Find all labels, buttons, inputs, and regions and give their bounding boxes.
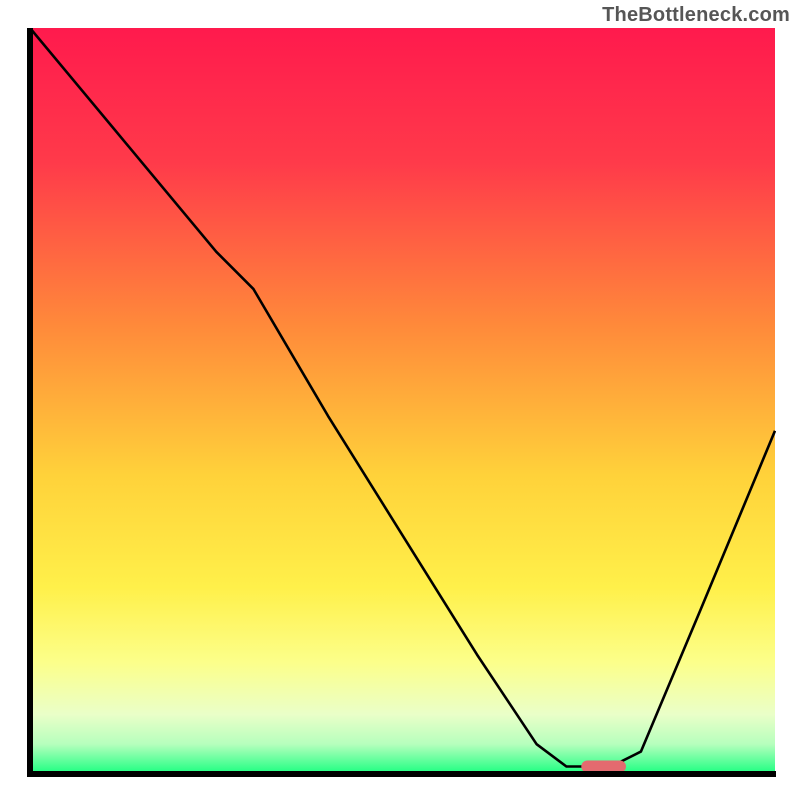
bottleneck-chart bbox=[24, 28, 776, 780]
optimal-range-marker bbox=[581, 761, 626, 773]
chart-stage: TheBottleneck.com bbox=[0, 0, 800, 800]
gradient-field bbox=[30, 28, 775, 774]
plot-container bbox=[24, 28, 776, 780]
watermark-text: TheBottleneck.com bbox=[602, 4, 790, 27]
